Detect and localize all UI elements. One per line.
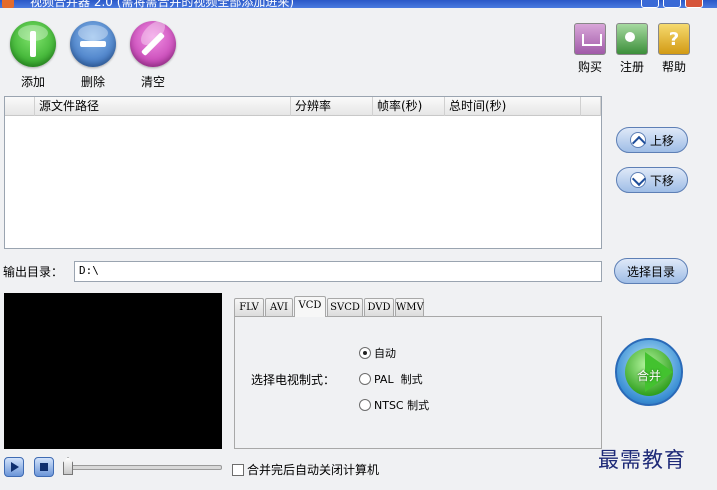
header-filler <box>581 97 601 116</box>
output-dir-label: 输出目录： <box>3 265 64 279</box>
radio-dot <box>359 347 371 359</box>
radio-dot <box>359 373 371 385</box>
tab-wmv[interactable]: WMV <box>395 298 424 316</box>
tab-flv[interactable]: FLV <box>234 298 264 316</box>
add-button[interactable]: 添加 <box>8 21 58 90</box>
cart-icon <box>574 23 606 55</box>
radio-dot <box>359 399 371 411</box>
clear-label: 清空 <box>140 75 165 89</box>
merge-label: 合并 <box>636 369 661 383</box>
delete-label: 删除 <box>80 75 105 89</box>
move-down-button[interactable]: 下移 <box>616 167 688 193</box>
output-dir-field[interactable]: D:\ <box>74 261 602 282</box>
register-icon <box>616 23 648 55</box>
play-button[interactable] <box>4 457 24 477</box>
header-spacer <box>5 97 35 116</box>
register-button[interactable]: 注册 <box>616 23 648 75</box>
tab-avi[interactable]: AVI <box>265 298 293 316</box>
auto-shutdown-checkbox[interactable]: 合并完后自动关闭计算机 <box>232 461 379 478</box>
close-window-button[interactable] <box>685 0 703 8</box>
help-icon <box>658 23 690 55</box>
move-up-button[interactable]: 上移 <box>616 127 688 153</box>
app-icon <box>2 0 14 8</box>
plus-icon <box>10 21 56 67</box>
seek-track[interactable] <box>66 465 222 470</box>
title-bar: 视频合并器 2.0 (需将需合并的视频全部添加进来) <box>0 0 717 8</box>
column-total-time[interactable]: 总时间(秒) <box>445 97 581 116</box>
column-resolution[interactable]: 分辨率 <box>291 97 373 116</box>
delete-button[interactable]: 删除 <box>68 21 118 90</box>
auto-shutdown-label: 合并完后自动关闭计算机 <box>247 463 380 477</box>
merge-button[interactable]: 合并 <box>615 338 683 406</box>
move-up-label: 上移 <box>649 133 674 148</box>
maximize-button[interactable] <box>663 0 681 8</box>
choose-dir-label: 选择目录 <box>626 264 675 279</box>
chevron-down-icon <box>629 172 646 188</box>
checkbox-box[interactable] <box>232 463 244 476</box>
help-button[interactable]: 帮助 <box>658 23 690 75</box>
column-framerate[interactable]: 帧率(秒) <box>373 97 445 116</box>
register-label: 注册 <box>619 60 644 74</box>
radio-auto[interactable]: 自动 <box>359 345 396 361</box>
chevron-up-icon <box>629 132 646 148</box>
vcd-panel: 选择电视制式： 自动 PAL 制式 NTSC 制式 <box>234 316 602 449</box>
clear-button[interactable]: 清空 <box>128 21 178 90</box>
tab-dvd[interactable]: DVD <box>364 298 394 316</box>
help-label: 帮助 <box>661 60 686 74</box>
minus-icon <box>70 21 116 67</box>
tab-vcd[interactable]: VCD <box>294 296 326 317</box>
window-title: 视频合并器 2.0 (需将需合并的视频全部添加进来) <box>30 0 295 8</box>
radio-ntsc-label: NTSC 制式 <box>374 399 430 412</box>
file-list[interactable]: 源文件路径 分辨率 帧率(秒) 总时间(秒) <box>4 96 602 249</box>
radio-pal[interactable]: PAL 制式 <box>359 371 423 387</box>
seek-thumb[interactable] <box>63 457 73 475</box>
radio-pal-label: PAL 制式 <box>374 373 423 386</box>
choose-dir-button[interactable]: 选择目录 <box>614 258 688 284</box>
stop-button[interactable] <box>34 457 54 477</box>
minimize-button[interactable] <box>641 0 659 8</box>
x-icon <box>130 21 176 67</box>
radio-auto-label: 自动 <box>374 347 396 360</box>
column-source-path[interactable]: 源文件路径 <box>35 97 291 116</box>
tv-standard-label: 选择电视制式： <box>251 373 336 387</box>
buy-button[interactable]: 购买 <box>574 23 606 75</box>
radio-ntsc[interactable]: NTSC 制式 <box>359 397 429 413</box>
watermark-text: 最需教育 <box>598 448 686 472</box>
file-list-header: 源文件路径 分辨率 帧率(秒) 总时间(秒) <box>5 97 601 116</box>
add-label: 添加 <box>20 75 45 89</box>
move-down-label: 下移 <box>649 173 674 188</box>
tab-svcd[interactable]: SVCD <box>327 298 363 316</box>
buy-label: 购买 <box>577 60 602 74</box>
video-preview <box>4 293 222 449</box>
